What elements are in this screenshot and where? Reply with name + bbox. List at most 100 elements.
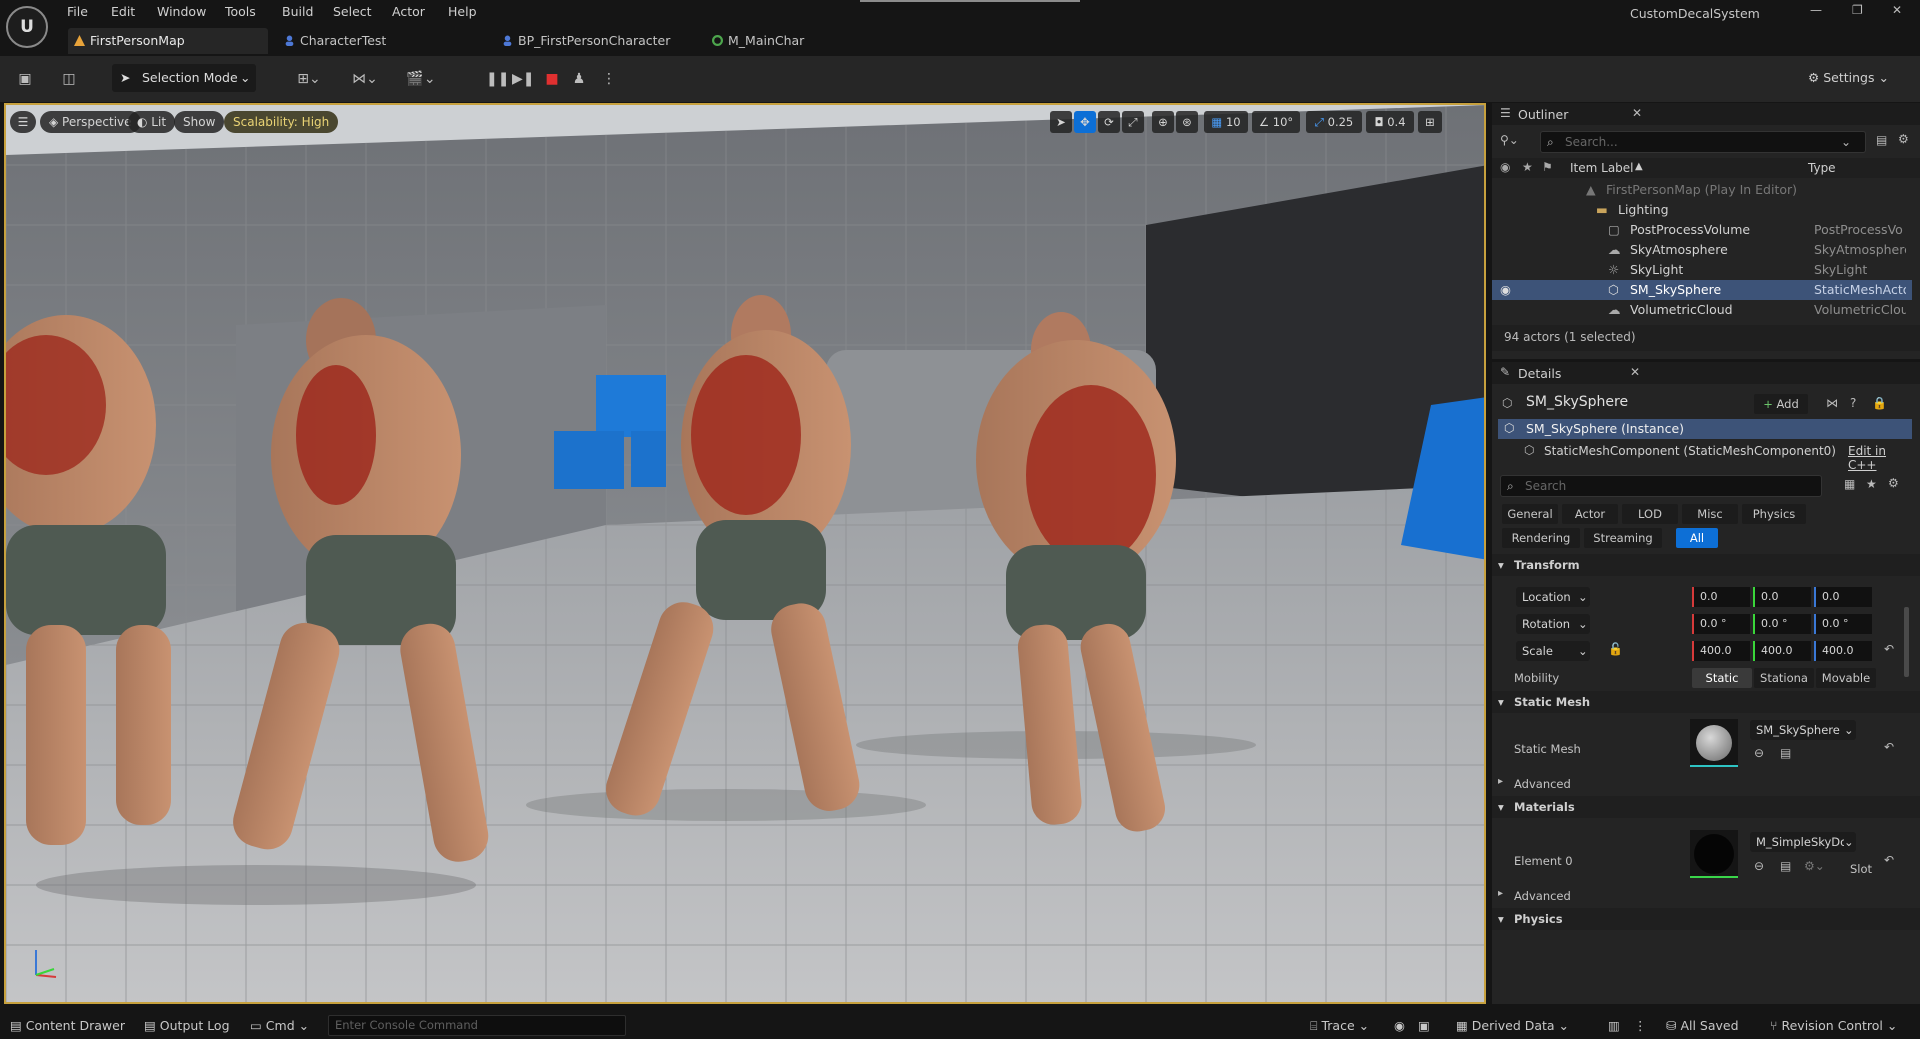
static-mesh-advanced-row[interactable]: ▸ Advanced [1492,774,1920,794]
filter-icon[interactable]: ⚲⌄ [1500,133,1519,147]
mobility-movable[interactable]: Movable [1816,668,1876,688]
cmd-dropdown[interactable]: ▭ Cmd ⌄ [250,1018,309,1033]
transform-section-header[interactable]: ▾ Transform [1492,554,1920,576]
materials-advanced-row[interactable]: ▸ Advanced [1492,886,1920,906]
component-row[interactable]: ⬡ StaticMeshComponent (StaticMeshCompone… [1498,441,1912,472]
maximize-icon[interactable]: ❐ [1852,3,1863,17]
star-icon[interactable]: ★ [1866,477,1877,491]
menu-build[interactable]: Build [282,4,313,19]
outliner-search-input[interactable]: ⌕ Search... ⌄ [1540,131,1866,153]
eye-icon[interactable]: ◉ [1500,280,1511,300]
rotation-z-input[interactable]: 0.0 ° [1814,614,1872,634]
outliner-row-world[interactable]: ▲ FirstPersonMap (Play In Editor) [1492,180,1912,200]
grid-view-icon[interactable]: ▦ [1844,477,1855,491]
rotate-tool-icon[interactable]: ⟳ [1098,111,1120,133]
lock-icon[interactable]: 🔓 [1608,642,1623,656]
minimize-icon[interactable]: — [1810,3,1822,17]
step-icon[interactable]: ▶❚ [512,68,535,90]
filter-actor[interactable]: Actor [1562,504,1618,524]
help-icon[interactable]: ? [1850,396,1856,410]
record-icon[interactable]: ◉ [1394,1018,1405,1033]
outliner-row-actor[interactable]: ☁ SkyAtmosphere SkyAtmosphere [1492,240,1912,260]
edit-in-cpp-link[interactable]: Edit in C++ [1848,444,1912,472]
scale-y-input[interactable]: 400.0 [1753,641,1811,661]
outliner-row-folder[interactable]: ▬ Lighting [1492,200,1912,220]
reset-icon[interactable]: ↶ [1884,642,1894,656]
location-x-input[interactable]: 0.0 [1692,587,1750,607]
translate-tool-icon[interactable]: ✥ [1074,111,1096,133]
add-component-button[interactable]: + Add [1754,394,1808,414]
stats-icon[interactable]: ▥ [1608,1018,1620,1033]
menu-actor[interactable]: Actor [392,4,425,19]
tab-m-mainchar[interactable]: M_MainChar [706,28,866,54]
select-tool-icon[interactable]: ➤ [1050,111,1072,133]
menu-edit[interactable]: Edit [111,4,135,19]
location-y-input[interactable]: 0.0 [1753,587,1811,607]
revision-control-dropdown[interactable]: ⑂ Revision Control ⌄ [1770,1018,1897,1033]
rotation-y-input[interactable]: 0.0 ° [1753,614,1811,634]
stop-icon[interactable]: ■ [541,68,563,90]
lock-icon[interactable]: 🔒 [1872,396,1887,410]
grid-snap-toggle[interactable]: ▦ 10 [1204,111,1248,133]
layout-icon[interactable]: ⊞ [1418,111,1442,133]
material-thumbnail[interactable] [1690,830,1738,878]
static-mesh-section-header[interactable]: ▾ Static Mesh [1492,691,1920,713]
static-mesh-thumbnail[interactable] [1690,719,1738,767]
scale-x-input[interactable]: 400.0 [1692,641,1750,661]
gear-icon[interactable]: ⚙ [1898,132,1909,146]
scale-tool-icon[interactable]: ⤢ [1122,111,1144,133]
filter-all[interactable]: All [1676,528,1718,548]
gear-icon[interactable]: ⚙ [1888,476,1899,490]
browse-icon[interactable]: ▤ [1780,746,1791,760]
reset-icon[interactable]: ↶ [1884,740,1894,754]
col-item-label[interactable]: Item Label [1570,161,1634,175]
eye-icon[interactable]: ◉ [1500,160,1510,174]
cinematics-icon[interactable]: 🎬⌄ [404,68,438,90]
scale-z-input[interactable]: 400.0 [1814,641,1872,661]
menu-help[interactable]: Help [448,4,477,19]
close-window-icon[interactable]: ✕ [1892,3,1902,17]
tab-firstpersonmap[interactable]: FirstPersonMap [68,28,268,54]
outliner-row-actor[interactable]: ☁ VolumetricCloud VolumetricClouc [1492,300,1912,320]
material-options-icon[interactable]: ⚙⌄ [1804,859,1825,873]
outliner-row-actor[interactable]: ☼ SkyLight SkyLight [1492,260,1912,280]
eject-icon[interactable]: ♟ [568,68,590,90]
reset-icon[interactable]: ↶ [1884,853,1894,867]
rotation-snap-toggle[interactable]: ∠ 10° [1252,111,1300,133]
col-type[interactable]: Type [1808,161,1836,175]
close-icon[interactable]: ✕ [1630,365,1640,379]
menu-select[interactable]: Select [333,4,372,19]
scale-snap-toggle[interactable]: ⤢ 0.25 [1306,111,1362,133]
star-icon[interactable]: ★ [1522,160,1533,174]
filter-rendering[interactable]: Rendering [1502,528,1580,548]
details-scrollbar[interactable] [1904,607,1909,677]
world-space-icon[interactable]: ⊕ [1152,111,1174,133]
level-viewport[interactable]: ☰ ◈ Perspective ◐ Lit Show Scalability: … [4,103,1486,1004]
close-icon[interactable]: ✕ [1632,106,1642,120]
menu-tools[interactable]: Tools [225,4,256,19]
camera-speed-button[interactable]: ◘ 0.4 [1366,111,1414,133]
rotation-dropdown[interactable]: Rotation ⌄ [1516,614,1590,634]
show-button[interactable]: Show [174,111,225,133]
scalability-badge[interactable]: Scalability: High [224,111,339,133]
filter-lod[interactable]: LOD [1622,504,1678,524]
tab-bp-firstpersoncharacter[interactable]: BP_FirstPersonCharacter [496,28,726,54]
materials-section-header[interactable]: ▾ Materials [1492,796,1920,818]
menu-window[interactable]: Window [157,4,206,19]
browse-icon[interactable]: ▤ [1780,859,1791,873]
viewport-menu-icon[interactable]: ☰ [10,111,36,133]
console-command-input[interactable]: Enter Console Command [328,1015,626,1036]
menu-file[interactable]: File [67,4,88,19]
save-icon[interactable]: ▣ [14,68,36,90]
scale-dropdown[interactable]: Scale ⌄ [1516,641,1590,661]
static-mesh-dropdown[interactable]: SM_SkySphere ⌄ [1750,720,1856,740]
all-saved-button[interactable]: ⛁ All Saved [1666,1018,1739,1033]
outliner-row-selected[interactable]: ◉ ⬡ SM_SkySphere StaticMeshActo [1492,280,1912,300]
outliner-row-actor[interactable]: ▢ PostProcessVolume PostProcessVo [1492,220,1912,240]
more-options-icon[interactable]: ⋮ [1634,1018,1647,1033]
trace-dropdown[interactable]: ⌸ Trace ⌄ [1310,1018,1369,1034]
output-log-button[interactable]: ▤ Output Log [144,1018,230,1033]
lit-button[interactable]: ◐ Lit [128,111,176,133]
mobility-static[interactable]: Static [1692,668,1752,688]
component-root-row[interactable]: ⬡ SM_SkySphere (Instance) [1498,419,1912,439]
